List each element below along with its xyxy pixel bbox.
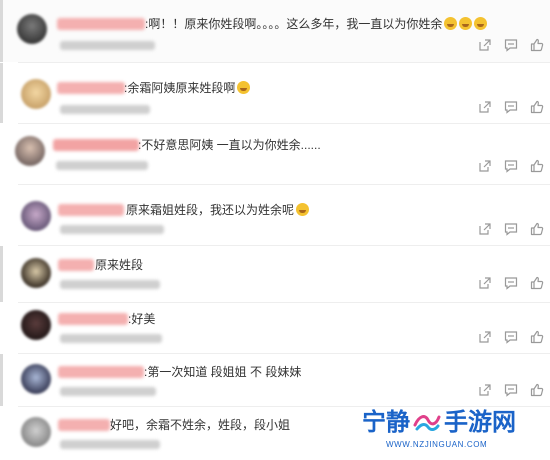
watermark-title-left: 宁静 [362,409,410,436]
like-icon[interactable] [530,276,544,290]
comment-meta-blurred [60,387,156,396]
comment-meta-blurred [60,41,155,50]
avatar[interactable] [21,258,51,288]
comment-left-rule [0,63,3,123]
comment-actions [478,383,544,397]
like-icon[interactable] [530,100,544,114]
comment-item: :余霜阿姨原来姓段啊 [0,63,550,123]
watermark-url: WWW.NZJINGUAN.COM [386,440,488,449]
comment-left-rule [0,0,3,62]
reply-icon[interactable] [504,276,518,290]
share-icon[interactable] [478,276,492,290]
comment-meta-blurred [60,105,150,114]
reply-icon[interactable] [504,330,518,344]
watermark-title-right: 手游网 [444,409,516,436]
emoji-icon [296,203,310,216]
share-icon[interactable] [478,38,492,52]
like-icon[interactable] [530,38,544,52]
comment-left-rule [0,354,3,406]
reply-icon[interactable] [504,100,518,114]
comment-meta-blurred [60,440,160,449]
reply-icon[interactable] [504,383,518,397]
comment-meta-blurred [60,280,160,289]
comment-text: :好美 [128,312,156,326]
comment-actions [478,100,544,114]
like-icon[interactable] [530,159,544,173]
avatar[interactable] [17,14,47,44]
comment-item: 原来姓段 [0,246,550,302]
comment-meta-blurred [60,334,162,343]
comment-meta-blurred [60,225,164,234]
like-icon[interactable] [530,383,544,397]
username-blurred[interactable] [58,259,94,271]
watermark-title: 宁静 手游网 [362,408,516,438]
comment-text: :第一次知道 段姐姐 不 段妹妹 [144,365,302,379]
reply-icon[interactable] [504,38,518,52]
comment-text: 原来霜姐姓段，我还以为姓余呢 [126,203,310,217]
comment-actions [478,222,544,236]
comment-text: 好吧，余霜不姓余，姓段，段小姐 [110,418,291,432]
username-blurred[interactable] [58,204,124,216]
share-icon[interactable] [478,159,492,173]
comment-item: :第一次知道 段姐姐 不 段妹妹 [0,354,550,406]
emoji-icon [474,17,488,30]
username-blurred[interactable] [58,313,128,325]
share-icon[interactable] [478,330,492,344]
avatar[interactable] [21,201,51,231]
watermark-logo: 宁静 手游网 WWW.NZJINGUAN.COM [362,408,532,454]
username-blurred[interactable] [53,139,139,151]
avatar[interactable] [21,79,51,109]
comment-left-rule [0,246,3,302]
comment-actions [478,38,544,52]
username-blurred[interactable] [57,18,145,30]
comment-text: :不好意思阿姨 一直以为你姓余...... [138,138,321,152]
reply-icon[interactable] [504,222,518,236]
like-icon[interactable] [530,222,544,236]
like-icon[interactable] [530,330,544,344]
emoji-icon [444,17,458,30]
comment-item: :好美 [0,303,550,353]
comment-text: :余霜阿姨原来姓段啊 [124,81,251,95]
comment-actions [478,276,544,290]
comment-meta-blurred [56,161,148,170]
share-icon[interactable] [478,100,492,114]
comment-item: 原来霜姐姓段，我还以为姓余呢 [0,185,550,245]
username-blurred[interactable] [58,419,110,431]
comment-item: :啊！！原来你姓段啊。。。。这么多年，我一直以为你姓余 [0,0,550,62]
share-icon[interactable] [478,222,492,236]
watermark-logo-icon [413,415,441,431]
avatar[interactable] [15,136,45,166]
reply-icon[interactable] [504,159,518,173]
avatar[interactable] [21,310,51,340]
comment-text: 原来姓段 [95,258,144,272]
username-blurred[interactable] [58,366,144,378]
emoji-icon [459,17,473,30]
comment-actions [478,330,544,344]
comment-item: :不好意思阿姨 一直以为你姓余...... [0,124,550,184]
avatar[interactable] [21,417,51,447]
comment-actions [478,159,544,173]
username-blurred[interactable] [57,82,125,94]
emoji-icon [237,81,251,94]
avatar[interactable] [21,364,51,394]
share-icon[interactable] [478,383,492,397]
comment-text: :啊！！原来你姓段啊。。。。这么多年，我一直以为你姓余 [145,17,488,31]
